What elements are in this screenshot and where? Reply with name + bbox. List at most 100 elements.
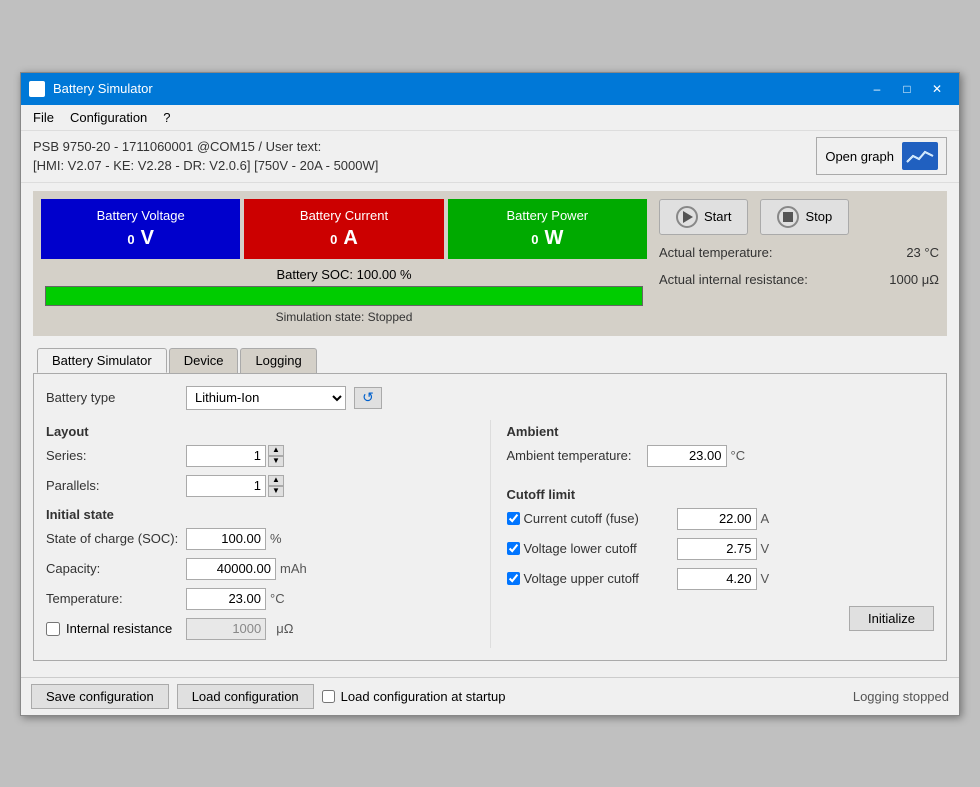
voltage-number: 0 xyxy=(127,232,134,247)
current-label: Battery Current xyxy=(300,208,388,223)
temperature-field-row: Temperature: 23.00 °C xyxy=(46,588,474,610)
open-graph-button[interactable]: Open graph xyxy=(816,137,947,175)
start-label: Start xyxy=(704,209,731,224)
current-value-display: 0 A xyxy=(330,227,358,250)
series-down-button[interactable]: ▼ xyxy=(268,456,284,467)
ambient-temp-label: Ambient temperature: xyxy=(507,448,647,463)
load-configuration-button[interactable]: Load configuration xyxy=(177,684,314,709)
initial-state-title: Initial state xyxy=(46,507,474,522)
parallels-input[interactable]: 1 xyxy=(186,475,266,497)
stop-button[interactable]: Stop xyxy=(760,199,849,235)
cutoff-title: Cutoff limit xyxy=(507,487,935,502)
voltage-upper-label-wrap: Voltage upper cutoff xyxy=(507,571,677,586)
window-controls: – □ ✕ xyxy=(863,77,951,101)
current-cutoff-label-wrap: Current cutoff (fuse) xyxy=(507,511,677,526)
load-at-startup-label: Load configuration at startup xyxy=(341,689,506,704)
soc-field-label: State of charge (SOC): xyxy=(46,531,186,546)
current-cutoff-checkbox[interactable] xyxy=(507,512,520,525)
voltage-value-display: 0 V xyxy=(127,227,154,250)
temperature-field-label: Temperature: xyxy=(46,591,186,606)
tab-device[interactable]: Device xyxy=(169,348,239,373)
app-icon xyxy=(29,81,45,97)
power-label: Battery Power xyxy=(506,208,588,223)
main-content: Battery Voltage 0 V Battery Current 0 A xyxy=(21,183,959,677)
series-row: Series: 1 ▲ ▼ xyxy=(46,445,474,467)
tab-content-battery-simulator: Battery type Lithium-Ion Lead-Acid NiMH … xyxy=(33,373,947,661)
startup-checkbox-wrap: Load configuration at startup xyxy=(322,689,506,704)
parallels-label: Parallels: xyxy=(46,478,186,493)
temperature-input[interactable]: 23.00 xyxy=(186,588,266,610)
current-unit: A xyxy=(343,227,357,250)
start-button[interactable]: Start xyxy=(659,199,748,235)
ambient-temp-input[interactable]: 23.00 xyxy=(647,445,727,467)
voltage-upper-checkbox[interactable] xyxy=(507,572,520,585)
tabs-container: Battery Simulator Device Logging Battery… xyxy=(33,344,947,661)
tab-battery-simulator[interactable]: Battery Simulator xyxy=(37,348,167,373)
device-info: PSB 9750-20 - 1711060001 @COM15 / User t… xyxy=(33,137,378,176)
voltage-upper-label: Voltage upper cutoff xyxy=(524,571,639,586)
init-row: Initialize xyxy=(507,598,935,631)
right-column: Ambient Ambient temperature: 23.00 °C Cu… xyxy=(491,420,935,648)
soc-label: Battery SOC: 100.00 % xyxy=(45,267,643,282)
tab-logging[interactable]: Logging xyxy=(240,348,316,373)
power-box: Battery Power 0 W xyxy=(448,199,647,259)
series-up-button[interactable]: ▲ xyxy=(268,445,284,456)
voltage-lower-input[interactable]: 2.75 xyxy=(677,538,757,560)
info-line1: PSB 9750-20 - 1711060001 @COM15 / User t… xyxy=(33,137,378,157)
load-at-startup-checkbox[interactable] xyxy=(322,690,335,703)
ambient-title: Ambient xyxy=(507,424,935,439)
menu-configuration[interactable]: Configuration xyxy=(62,107,155,128)
info-line2: [HMI: V2.07 - KE: V2.28 - DR: V2.0.6] [7… xyxy=(33,156,378,176)
voltage-upper-input[interactable]: 4.20 xyxy=(677,568,757,590)
soc-section: Battery SOC: 100.00 % Simulation state: … xyxy=(41,263,647,328)
title-bar: Battery Simulator – □ ✕ xyxy=(21,73,959,105)
main-window: Battery Simulator – □ ✕ File Configurati… xyxy=(20,72,960,716)
parallels-spinner-buttons: ▲ ▼ xyxy=(268,475,284,497)
current-cutoff-label: Current cutoff (fuse) xyxy=(524,511,639,526)
maximize-button[interactable]: □ xyxy=(893,77,921,101)
resistance-label: Actual internal resistance: xyxy=(659,272,808,287)
save-configuration-button[interactable]: Save configuration xyxy=(31,684,169,709)
minimize-button[interactable]: – xyxy=(863,77,891,101)
resistance-value: 1000 μΩ xyxy=(889,272,939,287)
graph-icon xyxy=(902,142,938,170)
close-button[interactable]: ✕ xyxy=(923,77,951,101)
internal-resistance-input[interactable]: 1000 xyxy=(186,618,266,640)
voltage-box: Battery Voltage 0 V xyxy=(41,199,240,259)
menu-file[interactable]: File xyxy=(25,107,62,128)
bottom-bar: Save configuration Load configuration Lo… xyxy=(21,677,959,715)
current-cutoff-input[interactable]: 22.00 xyxy=(677,508,757,530)
initialize-button[interactable]: Initialize xyxy=(849,606,934,631)
voltage-lower-checkbox[interactable] xyxy=(507,542,520,555)
sim-state-label: Simulation state: Stopped xyxy=(45,310,643,324)
voltage-lower-row: Voltage lower cutoff 2.75 V xyxy=(507,538,935,560)
window-title: Battery Simulator xyxy=(53,81,863,96)
internal-resistance-checkbox[interactable] xyxy=(46,622,60,636)
power-value-display: 0 W xyxy=(531,227,563,250)
soc-bar-background xyxy=(45,286,643,306)
internal-resistance-unit: μΩ xyxy=(276,621,300,636)
menu-help[interactable]: ? xyxy=(155,107,178,128)
capacity-input[interactable]: 40000.00 xyxy=(186,558,276,580)
open-graph-label: Open graph xyxy=(825,149,894,164)
resistance-row: Actual internal resistance: 1000 μΩ xyxy=(659,270,939,289)
metric-row: Battery Voltage 0 V Battery Current 0 A xyxy=(41,199,647,259)
battery-type-reset-button[interactable]: ↺ xyxy=(354,387,382,409)
battery-type-select[interactable]: Lithium-Ion Lead-Acid NiMH Custom xyxy=(186,386,346,410)
parallels-spinner: 1 ▲ ▼ xyxy=(186,475,284,497)
series-input[interactable]: 1 xyxy=(186,445,266,467)
voltage-lower-unit: V xyxy=(761,541,785,556)
voltage-lower-label: Voltage lower cutoff xyxy=(524,541,637,556)
ambient-temp-row: Ambient temperature: 23.00 °C xyxy=(507,445,935,467)
internal-resistance-row: Internal resistance 1000 μΩ xyxy=(46,618,474,640)
play-triangle-icon xyxy=(683,211,693,223)
voltage-lower-label-wrap: Voltage lower cutoff xyxy=(507,541,677,556)
parallels-down-button[interactable]: ▼ xyxy=(268,486,284,497)
power-number: 0 xyxy=(531,232,538,247)
parallels-up-button[interactable]: ▲ xyxy=(268,475,284,486)
internal-resistance-label: Internal resistance xyxy=(66,621,172,636)
soc-row: State of charge (SOC): 100.00 % xyxy=(46,528,474,550)
soc-input[interactable]: 100.00 xyxy=(186,528,266,550)
controls-right: Start Stop Actual temperature: 23 °C xyxy=(659,199,939,328)
menu-bar: File Configuration ? xyxy=(21,105,959,131)
